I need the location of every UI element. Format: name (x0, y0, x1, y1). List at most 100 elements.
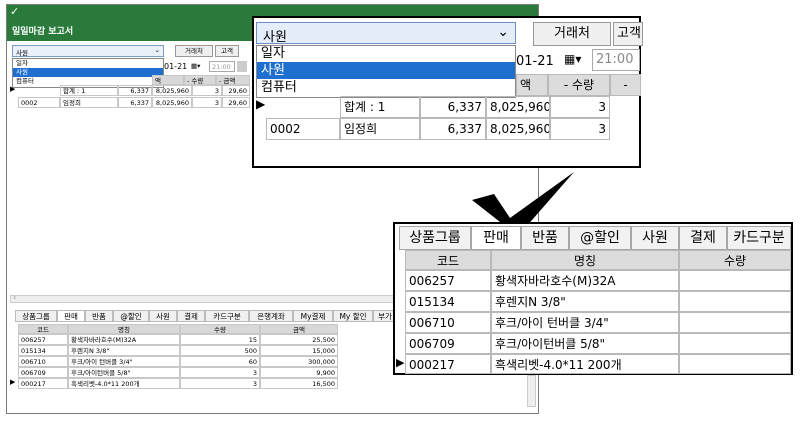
cell-name: 황색자바라호수(M)32A (491, 270, 679, 291)
tab-employee[interactable]: 사원 (631, 226, 679, 250)
column-header-qty[interactable]: 수량 (180, 324, 260, 334)
customer-button-zoomed[interactable]: 고객 (613, 22, 643, 46)
column-header-amount[interactable]: 금액 (260, 324, 338, 334)
table-row[interactable]: 006709 후크/아이턴버클 5/8" 3 9,900 (10, 367, 340, 378)
cell-value: 3 (192, 85, 222, 96)
column-header-name[interactable]: 명칭 (68, 324, 180, 334)
dropdown-item-selected[interactable]: 사원 (257, 62, 515, 79)
cell-name: 후크/아이 턴버클 3/4" (491, 312, 679, 333)
tab-card-type[interactable]: 카드구분 (727, 226, 791, 250)
table-row[interactable]: 015134 후렌지N 3/8" (395, 291, 791, 312)
column-header[interactable]: - (610, 74, 641, 96)
chevron-down-icon: ⌄ (497, 24, 509, 40)
table-row[interactable]: 006257 황색자바라호수(M)32A 15 25,500 (10, 334, 340, 345)
cell-qty: 3 (180, 378, 260, 389)
dropdown-item[interactable]: 일자 (257, 46, 515, 62)
cell-name: 황색자바라호수(M)32A (68, 334, 180, 345)
table-row[interactable]: ▶ 000217 흑색리벳-4.0*11 200개 3 16,500 (10, 378, 340, 389)
cell-amount: 16,500 (260, 378, 338, 389)
table-row[interactable]: 006709 후크/아이턴버클 5/8" (395, 333, 791, 354)
cell-value: 8,025,960 (152, 97, 192, 108)
cell-value: 3 (550, 96, 610, 118)
cell-name: 흑색리벳-4.0*11 200개 (68, 378, 180, 389)
dealer-button-zoomed[interactable]: 거래처 (533, 22, 611, 46)
tab-payment[interactable]: 결제 (679, 226, 727, 250)
tab-my-discount[interactable]: My 할인 (333, 310, 373, 322)
cell-qty (679, 354, 791, 374)
cell-name: 후크/아이 턴버클 3/4" (68, 356, 180, 367)
calendar-icon[interactable]: ▦▾ (564, 52, 581, 66)
report-type-dropdown-zoomed: 일자 사원 컴퓨터 (256, 45, 516, 98)
vertical-scrollbar[interactable] (527, 375, 536, 407)
tab-discount[interactable]: @할인 (113, 310, 149, 322)
table-row[interactable]: ▶ 합계 : 1 6,337 8,025,960 3 29,60 (10, 85, 250, 96)
tab-bank-account[interactable]: 은행계좌 (249, 310, 293, 322)
column-header[interactable]: - 금액 (216, 75, 250, 85)
cell-code: 006710 (405, 312, 491, 333)
column-header-qty[interactable]: 수량 (679, 250, 791, 270)
dealer-button[interactable]: 거래처 (175, 45, 213, 57)
table-row[interactable]: 0002 임정희 6,337 8,025,960 3 29,60 (10, 97, 250, 108)
app-check-icon: ✓ (10, 5, 20, 18)
row-pointer-icon: ▶ (10, 85, 16, 93)
table-row[interactable]: 006710 후크/아이 턴버클 3/4" (395, 312, 791, 333)
tab-product-group[interactable]: 상품그룹 (399, 226, 471, 250)
dropdown-item[interactable]: 일자 (13, 59, 163, 68)
row-pointer-icon: ▶ (10, 378, 16, 386)
tab-my-payment[interactable]: My결제 (293, 310, 333, 322)
cell-value: 6,337 (420, 118, 486, 140)
column-header-code[interactable]: 코드 (405, 250, 491, 270)
cell-name: 후크/아이턴버클 5/8" (491, 333, 679, 354)
tab-employee[interactable]: 사원 (149, 310, 177, 322)
cell-code: 015134 (18, 345, 68, 356)
tab-card-type[interactable]: 카드구분 (205, 310, 249, 322)
time-field-zoomed[interactable]: 21:00 (592, 49, 640, 71)
sales-grid: 코드 명칭 수량 금액 006257 황색자바라호수(M)32A 15 25,5… (10, 324, 340, 404)
tab-sales[interactable]: 판매 (57, 310, 85, 322)
report-type-combo-zoomed[interactable]: 사원 ⌄ (256, 22, 516, 45)
report-type-combo[interactable]: 사원 ⌄ (12, 45, 164, 57)
customer-button[interactable]: 고객 (215, 45, 239, 57)
clear-icon[interactable] (237, 61, 247, 72)
table-row[interactable]: 006710 후크/아이 턴버클 3/4" 60 300,000 (10, 356, 340, 367)
time-field[interactable]: 21:00 (209, 61, 235, 72)
cell-name: 임정희 (60, 97, 118, 108)
table-row[interactable]: ▶ 000217 흑색리벳-4.0*11 200개 (395, 354, 791, 374)
tab-product-group[interactable]: 상품그룹 (15, 310, 57, 322)
cell-qty (679, 333, 791, 354)
tab-returns[interactable]: 반품 (85, 310, 113, 322)
table-row[interactable]: 006257 황색자바라호수(M)32A (395, 270, 791, 291)
column-header-name[interactable]: 명칭 (491, 250, 679, 270)
window-title: 일일마감 보고서 (12, 27, 74, 37)
cell-qty: 500 (180, 345, 260, 356)
tab-sales[interactable]: 판매 (471, 226, 521, 250)
table-row[interactable]: 0002 임정희 6,337 8,025,960 3 (256, 118, 641, 140)
table-row[interactable]: ▶ 합계 : 1 6,337 8,025,960 3 (256, 96, 641, 118)
date-field-zoomed[interactable]: 01-21 (516, 54, 554, 69)
cell-name: 임정희 (340, 118, 420, 140)
cell-amount: 15,000 (260, 345, 338, 356)
column-header[interactable]: - 수량 (548, 74, 610, 96)
cell-name: 합계 : 1 (60, 85, 118, 96)
row-pointer-icon: ▶ (256, 97, 266, 111)
scroll-left-icon[interactable]: ‹ (13, 293, 16, 302)
cell-code: 000217 (18, 378, 68, 389)
table-row[interactable]: 015134 후렌지N 3/8" 500 15,000 (10, 345, 340, 356)
dropdown-item[interactable]: 컴퓨터 (257, 79, 515, 96)
column-header[interactable]: - 수량 (184, 75, 216, 85)
tab-returns[interactable]: 반품 (521, 226, 569, 250)
cell-code: 0002 (18, 97, 60, 108)
column-header[interactable]: 액 (516, 74, 548, 96)
cell-value: 3 (192, 97, 222, 108)
cell-value: 3 (550, 118, 610, 140)
column-header[interactable]: 액 (152, 75, 184, 85)
tab-payment[interactable]: 결제 (177, 310, 205, 322)
date-field[interactable]: 01-21 (164, 62, 187, 71)
cell-value: 29,60 (222, 97, 250, 108)
cell-value: 8,025,960 (152, 85, 192, 96)
tab-discount[interactable]: @할인 (569, 226, 631, 250)
cell-value: 8,025,960 (486, 118, 550, 140)
column-header-code[interactable]: 코드 (18, 324, 68, 334)
cell-amount: 300,000 (260, 356, 338, 367)
calendar-icon[interactable]: ▦▾ (191, 62, 200, 70)
